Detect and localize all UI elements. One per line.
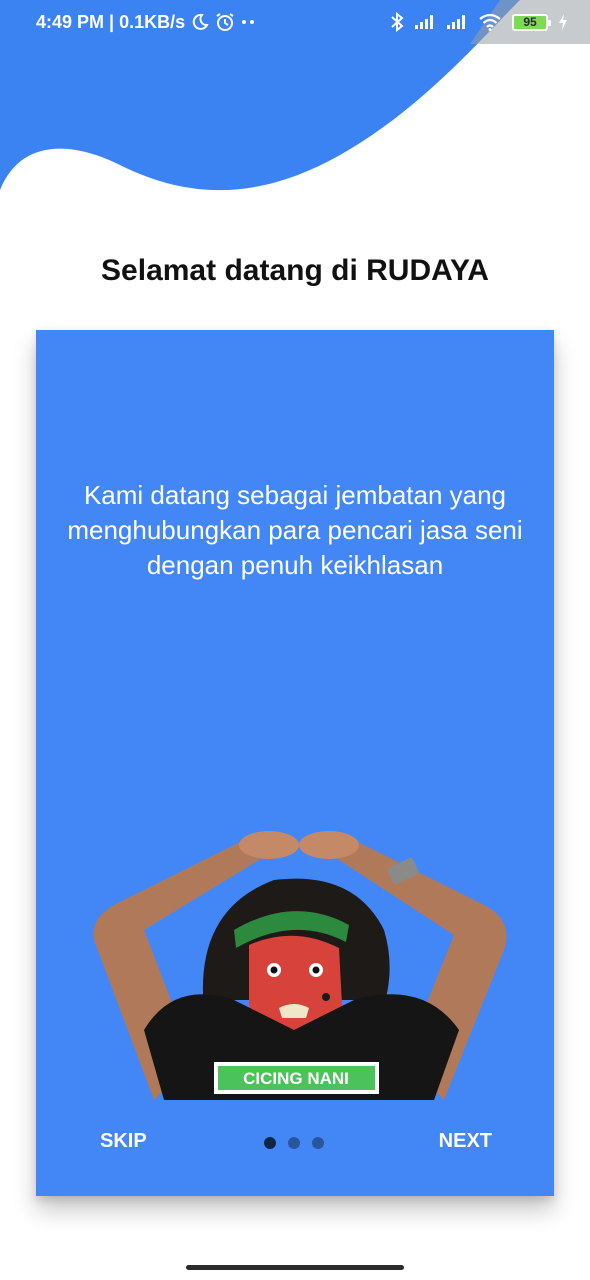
page-dot-1[interactable] (264, 1137, 276, 1149)
signal-icon (446, 14, 468, 30)
more-dots-icon (241, 19, 255, 25)
shirt-text: CICING NANI (243, 1069, 349, 1088)
bluetooth-icon (390, 12, 404, 32)
onboarding-illustration: CICING NANI (93, 831, 507, 1100)
status-bar: 4:49 PM | 0.1KB/s 95 (0, 0, 590, 44)
skip-button[interactable]: SKIP (100, 1130, 147, 1153)
page-title: Selamat datang di RUDAYA (101, 254, 489, 287)
signal-icon (414, 14, 436, 30)
alarm-icon (215, 12, 235, 32)
page-dot-3[interactable] (312, 1137, 324, 1149)
onboarding-card: Kami datang sebagai jembatan yang menghu… (36, 330, 554, 1196)
home-indicator[interactable] (186, 1265, 404, 1270)
page-dot-2[interactable] (288, 1137, 300, 1149)
page-indicator (264, 1137, 324, 1149)
onboarding-description: Kami datang sebagai jembatan yang menghu… (67, 480, 523, 580)
charging-icon (558, 13, 568, 31)
status-right: 95 (390, 12, 568, 32)
status-time-speed: 4:49 PM | 0.1KB/s (36, 11, 186, 32)
next-button[interactable]: NEXT (439, 1130, 492, 1153)
moon-icon (191, 13, 209, 31)
wifi-icon (478, 13, 502, 31)
status-left: 4:49 PM | 0.1KB/s (36, 12, 255, 33)
battery-icon: 95 (512, 13, 551, 31)
